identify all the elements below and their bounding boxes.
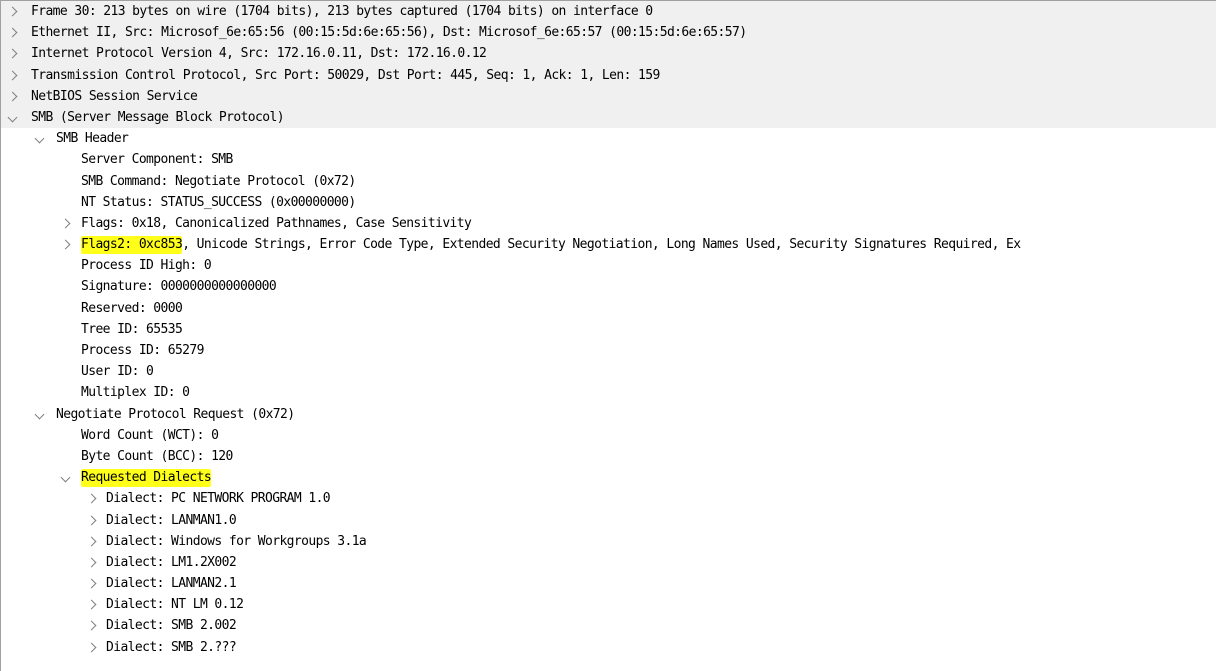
dialect-label: Dialect: Windows for Workgroups 3.1a	[106, 533, 367, 549]
chevron-right-icon[interactable]	[6, 22, 18, 43]
tree-item-label: Requested Dialects	[81, 467, 212, 488]
tree-item-tree-id[interactable]: Tree ID: 65535	[1, 319, 1216, 340]
field-signature: Signature: 0000000000000000	[81, 279, 277, 295]
dialect-item[interactable]: Dialect: LANMAN1.0	[1, 510, 1216, 531]
dialect-item[interactable]: Dialect: SMB 2.002	[1, 615, 1216, 636]
tree-item-reserved[interactable]: Reserved: 0000	[1, 298, 1216, 319]
chevron-right-icon[interactable]	[6, 43, 18, 64]
chevron-down-icon[interactable]	[33, 128, 45, 149]
packet-details-tree: Frame 30: 213 bytes on wire (1704 bits),…	[0, 0, 1216, 671]
field-reserved: Reserved: 0000	[81, 300, 183, 316]
dialect-item[interactable]: Dialect: Windows for Workgroups 3.1a	[1, 531, 1216, 552]
dialect-item[interactable]: Dialect: SMB 2.???	[1, 637, 1216, 658]
tree-item-flags2[interactable]: Flags2: 0xc853, Unicode Strings, Error C…	[1, 234, 1216, 255]
tree-item-nt-status[interactable]: NT Status: STATUS_SUCCESS (0x00000000)	[1, 192, 1216, 213]
tree-item-ethernet[interactable]: Ethernet II, Src: Microsof_6e:65:56 (00:…	[1, 22, 1216, 44]
chevron-right-icon[interactable]	[6, 1, 18, 22]
tree-item-server-component[interactable]: Server Component: SMB	[1, 149, 1216, 170]
tree-item-tcp[interactable]: Transmission Control Protocol, Src Port:…	[1, 64, 1216, 86]
field-nt-status: NT Status: STATUS_SUCCESS (0x00000000)	[81, 194, 356, 210]
tree-item-smb[interactable]: SMB (Server Message Block Protocol)	[1, 106, 1216, 129]
chevron-down-icon[interactable]	[6, 107, 18, 128]
dialect-label: Dialect: LANMAN1.0	[106, 512, 237, 528]
chevron-down-icon[interactable]	[33, 404, 45, 425]
tree-item-signature[interactable]: Signature: 0000000000000000	[1, 276, 1216, 297]
tree-item-label: SMB (Server Message Block Protocol)	[31, 109, 285, 125]
highlight-mark: Requested Dialects	[81, 469, 212, 488]
tree-item-netbios[interactable]: NetBIOS Session Service	[1, 85, 1216, 107]
dialect-label: Dialect: LM1.2X002	[106, 554, 237, 570]
tree-item-ip[interactable]: Internet Protocol Version 4, Src: 172.16…	[1, 43, 1216, 65]
chevron-right-icon[interactable]	[59, 213, 71, 234]
chevron-right-icon[interactable]	[85, 637, 97, 658]
field-flags2-detail: , Unicode Strings, Error Code Type, Exte…	[182, 237, 1021, 253]
chevron-right-icon[interactable]	[85, 488, 97, 509]
field-tree-id: Tree ID: 65535	[81, 321, 183, 337]
tree-item-negotiate-request[interactable]: Negotiate Protocol Request (0x72)	[1, 404, 1216, 425]
tree-item-process-id-high[interactable]: Process ID High: 0	[1, 255, 1216, 276]
dialect-label: Dialect: PC NETWORK PROGRAM 1.0	[106, 491, 331, 507]
chevron-right-icon[interactable]	[59, 234, 71, 255]
dialect-item[interactable]: Dialect: LM1.2X002	[1, 552, 1216, 573]
tree-item-label: Ethernet II, Src: Microsof_6e:65:56 (00:…	[31, 25, 747, 41]
chevron-down-icon[interactable]	[59, 467, 71, 488]
dialect-label: Dialect: LANMAN2.1	[106, 576, 237, 592]
dialect-label: Dialect: SMB 2.002	[106, 618, 237, 634]
tree-item-byte-count[interactable]: Byte Count (BCC): 120	[1, 446, 1216, 467]
chevron-right-icon[interactable]	[85, 510, 97, 531]
tree-item-user-id[interactable]: User ID: 0	[1, 361, 1216, 382]
tree-item-frame[interactable]: Frame 30: 213 bytes on wire (1704 bits),…	[1, 1, 1216, 23]
field-multiplex-id: Multiplex ID: 0	[81, 385, 190, 401]
chevron-right-icon[interactable]	[6, 65, 18, 86]
tree-item-label: Negotiate Protocol Request (0x72)	[56, 406, 295, 422]
field-server-component: Server Component: SMB	[81, 152, 233, 168]
chevron-right-icon[interactable]	[85, 594, 97, 615]
tree-item-multiplex-id[interactable]: Multiplex ID: 0	[1, 382, 1216, 403]
field-user-id: User ID: 0	[81, 364, 154, 380]
dialect-item[interactable]: Dialect: PC NETWORK PROGRAM 1.0	[1, 488, 1216, 509]
chevron-right-icon[interactable]	[85, 531, 97, 552]
highlight-mark: Flags2: 0xc853	[81, 236, 183, 255]
dialect-item[interactable]: Dialect: NT LM 0.12	[1, 594, 1216, 615]
tree-item-flags[interactable]: Flags: 0x18, Canonicalized Pathnames, Ca…	[1, 213, 1216, 234]
tree-item-label: SMB Header	[56, 131, 129, 147]
tree-item-label: Internet Protocol Version 4, Src: 172.16…	[31, 46, 487, 62]
field-process-id-high: Process ID High: 0	[81, 258, 212, 274]
tree-item-word-count[interactable]: Word Count (WCT): 0	[1, 425, 1216, 446]
chevron-right-icon[interactable]	[85, 615, 97, 636]
dialect-item[interactable]: Dialect: LANMAN2.1	[1, 573, 1216, 594]
field-flags: Flags: 0x18, Canonicalized Pathnames, Ca…	[81, 215, 472, 231]
chevron-right-icon[interactable]	[85, 573, 97, 594]
field-flags2: Flags2: 0xc853, Unicode Strings, Error C…	[81, 234, 1021, 255]
field-smb-command: SMB Command: Negotiate Protocol (0x72)	[81, 173, 356, 189]
tree-item-label: Frame 30: 213 bytes on wire (1704 bits),…	[31, 4, 653, 19]
chevron-right-icon[interactable]	[6, 86, 18, 107]
tree-item-smb-command[interactable]: SMB Command: Negotiate Protocol (0x72)	[1, 171, 1216, 192]
field-word-count: Word Count (WCT): 0	[81, 427, 219, 443]
field-process-id: Process ID: 65279	[81, 343, 204, 358]
tree-item-requested-dialects[interactable]: Requested Dialects	[1, 467, 1216, 488]
dialect-label: Dialect: NT LM 0.12	[106, 597, 244, 613]
tree-item-smb-header[interactable]: SMB Header	[1, 128, 1216, 149]
tree-item-label: Transmission Control Protocol, Src Port:…	[31, 67, 660, 83]
tree-item-process-id[interactable]: Process ID: 65279	[1, 340, 1216, 361]
field-byte-count: Byte Count (BCC): 120	[81, 448, 233, 464]
tree-item-label: NetBIOS Session Service	[31, 88, 198, 104]
dialect-label: Dialect: SMB 2.???	[106, 639, 237, 655]
chevron-right-icon[interactable]	[85, 552, 97, 573]
